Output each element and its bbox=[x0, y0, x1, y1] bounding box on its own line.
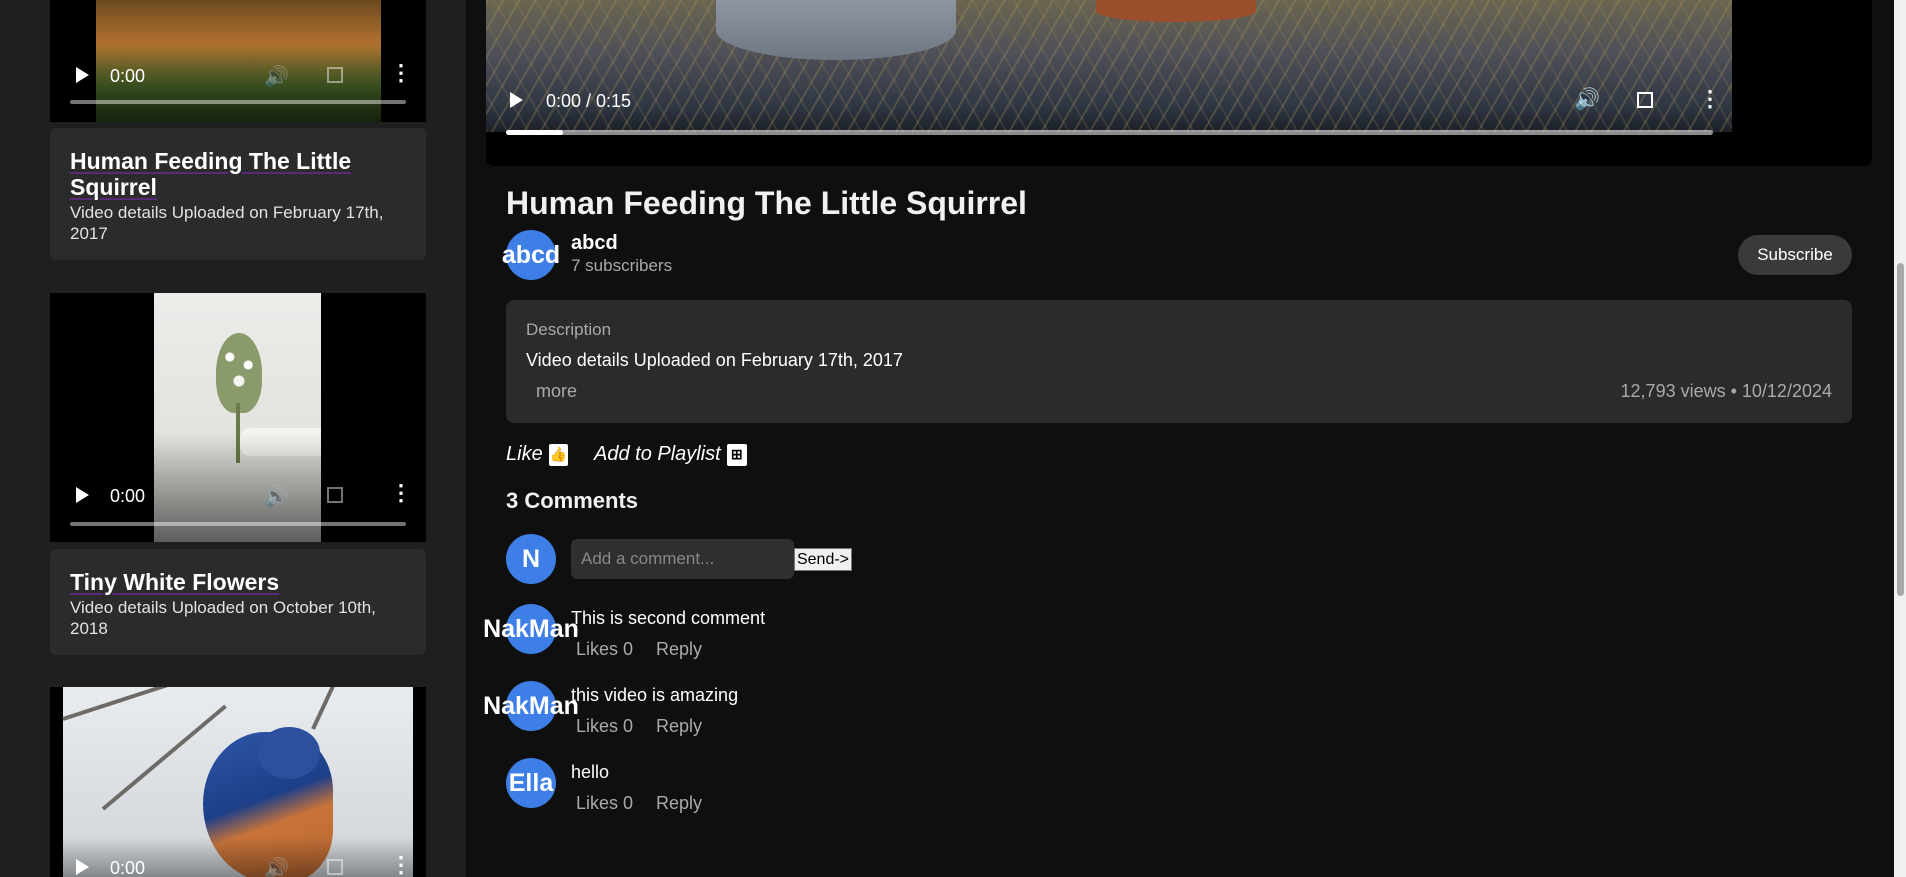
fullscreen-icon[interactable] bbox=[1637, 92, 1653, 108]
comment-text: This is second comment bbox=[571, 608, 766, 628]
comment-avatar: Ella bbox=[506, 758, 556, 808]
sidebar-video-card[interactable]: Human Feeding The Little Squirrel Video … bbox=[50, 128, 426, 260]
play-icon[interactable] bbox=[76, 67, 89, 83]
add-to-playlist-label: Add to Playlist bbox=[594, 443, 721, 465]
main-video-player[interactable]: 0:00 / 0:15 🔊 ⋮ bbox=[486, 0, 1872, 166]
more-options-icon[interactable]: ⋮ bbox=[390, 482, 412, 504]
description-box: Description Video details Uploaded on Fe… bbox=[506, 300, 1852, 423]
sidebar-video-meta: Video details Uploaded on October 10th, … bbox=[70, 598, 376, 638]
user-avatar: N bbox=[506, 534, 556, 584]
more-options-icon[interactable]: ⋮ bbox=[1699, 86, 1721, 112]
play-icon[interactable] bbox=[76, 859, 89, 875]
like-button[interactable]: Like 👍 bbox=[506, 443, 568, 466]
volume-icon[interactable]: 🔊 bbox=[264, 484, 289, 509]
volume-icon[interactable]: 🔊 bbox=[264, 64, 289, 89]
comment-likes-button[interactable]: Likes 0 bbox=[576, 639, 633, 660]
subscriber-count: 7 subscribers bbox=[571, 256, 673, 275]
comment-reply-button[interactable]: Reply bbox=[656, 639, 702, 660]
plus-square-icon: ⊞ bbox=[726, 443, 747, 466]
view-stats: 12,793 views • 10/12/2024 bbox=[1620, 381, 1832, 401]
video-time: 0:00 bbox=[110, 858, 146, 877]
comment-reply-button[interactable]: Reply bbox=[656, 716, 702, 737]
video-controls: 0:00 🔊 ⋮ bbox=[50, 432, 426, 542]
comment-likes-button[interactable]: Likes 0 bbox=[576, 716, 633, 737]
progress-track[interactable] bbox=[70, 100, 406, 104]
squirrel-tail bbox=[1096, 0, 1256, 22]
video-controls: 0:00 🔊 ⋮ bbox=[50, 837, 426, 877]
send-button[interactable]: Send-> bbox=[794, 548, 852, 571]
sidebar-video-card[interactable]: Tiny White Flowers Video details Uploade… bbox=[50, 549, 426, 655]
more-options-icon[interactable]: ⋮ bbox=[390, 854, 412, 876]
scrollbar-thumb[interactable] bbox=[1897, 263, 1904, 596]
volume-icon[interactable]: 🔊 bbox=[264, 856, 289, 877]
more-options-icon[interactable]: ⋮ bbox=[390, 62, 412, 84]
sidebar-video-player[interactable]: 0:00 🔊 ⋮ bbox=[50, 687, 426, 877]
video-title: Human Feeding The Little Squirrel bbox=[506, 185, 1027, 221]
comment-likes-button[interactable]: Likes 0 bbox=[576, 793, 633, 814]
channel-name[interactable]: abcd bbox=[571, 232, 618, 255]
play-icon[interactable] bbox=[510, 92, 523, 108]
branch bbox=[311, 687, 358, 730]
volume-icon[interactable]: 🔊 bbox=[1574, 88, 1600, 112]
description-heading: Description bbox=[526, 320, 612, 339]
fullscreen-icon[interactable] bbox=[327, 67, 343, 83]
comment-input[interactable] bbox=[571, 539, 794, 579]
like-label: Like bbox=[506, 443, 543, 465]
description-text: Video details Uploaded on February 17th,… bbox=[526, 350, 903, 370]
video-time: 0:00 bbox=[110, 66, 146, 86]
sidebar-video-title[interactable]: Human Feeding The Little Squirrel bbox=[70, 148, 406, 200]
sidebar-video-player[interactable]: 0:00 🔊 ⋮ bbox=[50, 0, 426, 122]
progress-fill bbox=[506, 130, 563, 135]
sidebar: 0:00 🔊 ⋮ Human Feeding The Little Squirr… bbox=[0, 0, 466, 877]
subscribe-button[interactable]: Subscribe bbox=[1738, 235, 1852, 275]
frame-texture bbox=[486, 0, 1732, 132]
comments-count: 3 Comments bbox=[506, 488, 639, 513]
video-time: 0:00 bbox=[110, 486, 146, 506]
thumbs-up-icon: 👍 bbox=[548, 443, 568, 466]
add-to-playlist-button[interactable]: Add to Playlist ⊞ bbox=[594, 443, 747, 466]
sidebar-video-meta: Video details Uploaded on February 17th,… bbox=[70, 203, 384, 243]
flower-bouquet bbox=[216, 333, 262, 413]
play-icon[interactable] bbox=[76, 487, 89, 503]
bird-head bbox=[258, 727, 320, 779]
comment-avatar: NakMan bbox=[483, 604, 579, 654]
sidebar-video-title[interactable]: Tiny White Flowers bbox=[70, 569, 406, 595]
more-link[interactable]: more bbox=[536, 381, 577, 402]
sidebar-video-player[interactable]: 0:00 🔊 ⋮ bbox=[50, 293, 426, 542]
video-time: 0:00 / 0:15 bbox=[546, 91, 632, 111]
comment-text: hello bbox=[571, 762, 610, 782]
progress-track[interactable] bbox=[506, 130, 1713, 135]
progress-track[interactable] bbox=[70, 522, 406, 526]
comment-text: this video is amazing bbox=[571, 685, 739, 705]
video-frame bbox=[486, 0, 1732, 132]
channel-avatar[interactable]: abcd bbox=[502, 230, 560, 280]
fullscreen-icon[interactable] bbox=[327, 859, 343, 875]
squirrel-fur bbox=[716, 0, 956, 60]
fullscreen-icon[interactable] bbox=[327, 487, 343, 503]
comment-reply-button[interactable]: Reply bbox=[656, 793, 702, 814]
video-controls: 0:00 🔊 ⋮ bbox=[50, 50, 426, 122]
comment-avatar: NakMan bbox=[483, 681, 579, 731]
